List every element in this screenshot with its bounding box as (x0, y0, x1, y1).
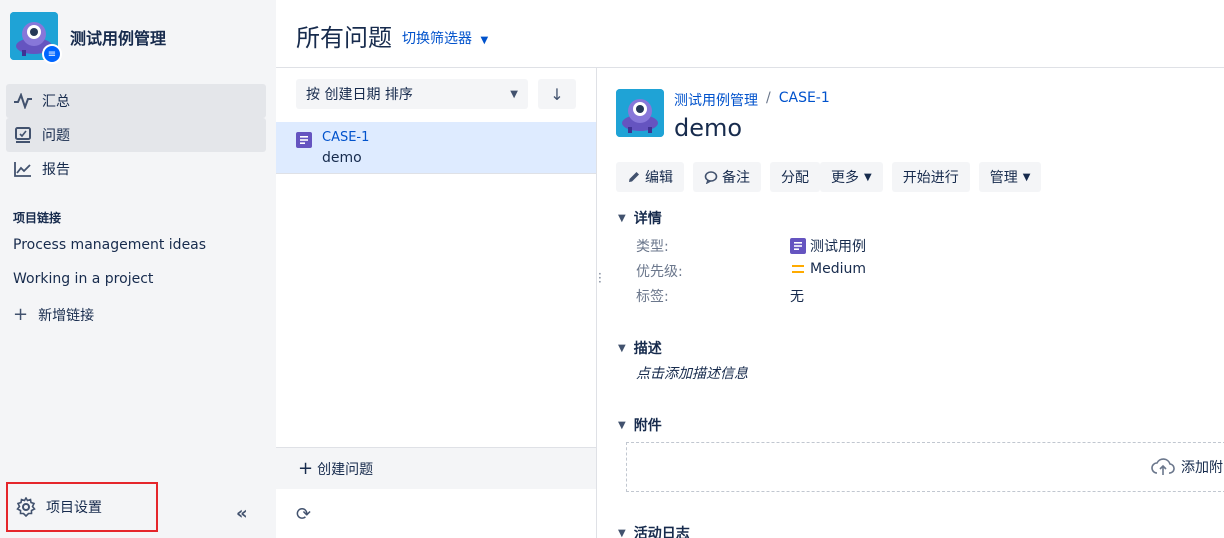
issue-key: CASE-1 (322, 130, 370, 145)
sidebar-item-reports[interactable]: 报告 (6, 152, 266, 186)
breadcrumb: 测试用例管理 / CASE-1 (674, 90, 830, 110)
add-link-button[interactable]: + 新增链接 (13, 304, 94, 325)
more-label: 更多 (831, 170, 859, 186)
chevron-down-icon: ▼ (864, 171, 872, 183)
breadcrumb-project-link[interactable]: 测试用例管理 (674, 90, 758, 110)
type-value: 测试用例 (810, 239, 866, 255)
priority-medium-icon (790, 262, 806, 276)
issue-toolbar: 编辑 备注 分配 更多 ▼ 开始进行 管理 ▼ (616, 162, 1050, 192)
sidebar-item-label: 问题 (42, 128, 70, 144)
description-heading: 描述 (633, 341, 662, 357)
sort-direction-button[interactable]: ↓ (538, 79, 576, 109)
edit-button[interactable]: 编辑 (616, 162, 684, 192)
create-issue-label: 创建问题 (317, 461, 374, 478)
issues-icon (12, 124, 34, 146)
chevron-down-icon: ▼ (618, 342, 626, 354)
start-progress-label: 开始进行 (902, 170, 959, 186)
chart-line-icon (12, 158, 34, 180)
gear-icon (16, 497, 36, 517)
assign-button[interactable]: 分配 (770, 162, 820, 192)
activity-heading: 活动日志 (633, 526, 690, 538)
chevron-down-icon: ▼ (618, 527, 626, 538)
comment-icon (704, 170, 718, 184)
edit-label: 编辑 (645, 170, 673, 186)
issue-list-item[interactable]: CASE-1 demo (276, 122, 596, 174)
create-issue-button[interactable]: + 创建问题 (276, 447, 596, 489)
field-label-labels: 标签: (636, 289, 669, 305)
sidebar-item-label: 报告 (42, 162, 70, 178)
switch-filter-dropdown[interactable]: 切换筛选器 ▼ (402, 28, 488, 48)
details-section-toggle[interactable]: ▼ 详情 (618, 208, 662, 228)
field-value-type: 测试用例 (790, 236, 866, 256)
chevron-down-icon: ▼ (480, 35, 489, 46)
project-links-heading: 项目链接 (13, 211, 62, 225)
plus-icon: + (298, 458, 314, 479)
admin-button[interactable]: 管理 ▼ (978, 162, 1042, 192)
activity-icon (12, 90, 34, 112)
add-attachment-button[interactable]: 添加附 (1151, 457, 1223, 477)
chevron-down-icon: ▼ (618, 419, 626, 431)
arrow-down-icon: ↓ (550, 84, 564, 104)
issue-detail-panel: 测试用例管理 / CASE-1 demo 编辑 备注 分配 更多 ▼ 开始进行 (616, 68, 1224, 538)
refresh-icon[interactable]: ⟳ (296, 504, 311, 525)
admin-label: 管理 (989, 170, 1018, 186)
sort-order-label: 按 创建日期 排序 (306, 87, 413, 103)
chevron-down-icon: ▼ (1022, 171, 1031, 183)
cloud-upload-icon (1151, 458, 1175, 476)
project-name: 测试用例管理 (70, 29, 167, 48)
project-settings-button[interactable]: 项目设置 (6, 482, 158, 532)
priority-value: Medium (810, 261, 866, 277)
pencil-icon (627, 170, 641, 184)
more-button[interactable]: 更多 ▼ (820, 162, 883, 192)
project-link-item[interactable]: Process management ideas (13, 237, 206, 253)
project-settings-label: 项目设置 (46, 500, 102, 516)
issue-summary: demo (322, 150, 362, 166)
attachments-heading: 附件 (633, 418, 662, 434)
add-attachment-label: 添加附 (1181, 460, 1223, 476)
project-sidebar: ≡ 测试用例管理 汇总 问题 报告 项目链接 Process managemen… (0, 0, 276, 538)
attachment-dropzone[interactable]: 添加附 (626, 442, 1224, 492)
project-avatar: ≡ (10, 12, 62, 64)
sidebar-item-label: 汇总 (42, 94, 70, 110)
comment-label: 备注 (722, 170, 750, 186)
sidebar-nav: 汇总 问题 报告 (6, 84, 266, 186)
test-case-icon (296, 132, 312, 152)
panel-resize-handle[interactable]: · · · (598, 268, 602, 288)
add-link-label: 新增链接 (38, 307, 95, 324)
attachments-section-toggle[interactable]: ▼ 附件 (618, 415, 662, 435)
field-value-labels[interactable]: 无 (790, 286, 804, 306)
details-heading: 详情 (633, 211, 662, 227)
issue-list-panel: 按 创建日期 排序 ▼ ↓ CASE-1 demo + 创建问题 ⟳ (276, 68, 597, 538)
page-title: 所有问题 (296, 24, 392, 52)
project-header[interactable]: ≡ 测试用例管理 (10, 12, 167, 64)
assign-label: 分配 (781, 170, 809, 186)
field-value-priority: Medium (790, 261, 866, 277)
collapse-sidebar-icon[interactable]: « (236, 503, 248, 524)
test-case-icon (790, 238, 806, 254)
project-link-item[interactable]: Working in a project (13, 271, 153, 287)
comment-button[interactable]: 备注 (693, 162, 761, 192)
field-label-type: 类型: (636, 239, 669, 255)
sidebar-item-issues[interactable]: 问题 (6, 118, 266, 152)
activity-section-toggle[interactable]: ▼ 活动日志 (618, 523, 690, 538)
sort-order-select[interactable]: 按 创建日期 排序 ▼ (296, 79, 528, 109)
issue-title[interactable]: demo (674, 114, 742, 142)
chevron-down-icon: ▼ (510, 88, 518, 100)
field-label-priority: 优先级: (636, 264, 683, 280)
start-progress-button[interactable]: 开始进行 (891, 162, 970, 192)
project-avatar (616, 89, 664, 137)
description-field[interactable]: 点击添加描述信息 (636, 363, 748, 383)
plus-icon: + (13, 304, 29, 325)
project-type-badge-icon: ≡ (42, 44, 62, 64)
chevron-down-icon: ▼ (618, 212, 626, 224)
switch-filter-label: 切换筛选器 (402, 31, 472, 47)
description-section-toggle[interactable]: ▼ 描述 (618, 338, 662, 358)
sidebar-item-summary[interactable]: 汇总 (6, 84, 266, 118)
breadcrumb-separator: / (766, 90, 771, 106)
breadcrumb-issue-link[interactable]: CASE-1 (779, 90, 830, 110)
